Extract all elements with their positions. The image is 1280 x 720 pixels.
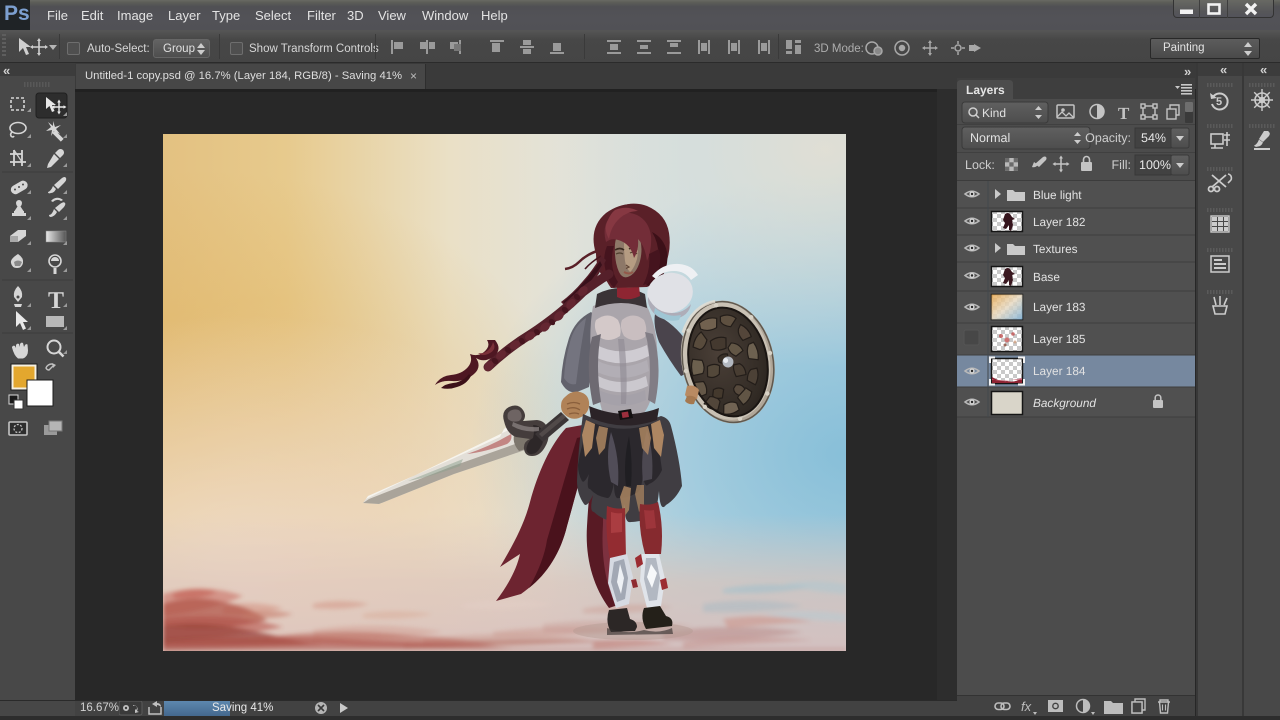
svg-text:«: «	[1220, 63, 1227, 77]
svg-text:Textures: Textures	[1033, 242, 1078, 256]
svg-text:Layer 184: Layer 184	[1033, 364, 1086, 378]
svg-text:100%: 100%	[1139, 158, 1171, 172]
svg-text:«: «	[1260, 63, 1267, 77]
svg-text:54%: 54%	[1141, 131, 1166, 145]
svg-text:T: T	[48, 288, 64, 314]
svg-text:Layer 182: Layer 182	[1033, 215, 1085, 229]
svg-text:T: T	[1118, 104, 1130, 123]
svg-text:Normal: Normal	[970, 131, 1010, 145]
svg-text:5: 5	[1216, 96, 1222, 108]
svg-text:Opacity:: Opacity:	[1085, 131, 1131, 145]
svg-text:Layer 185: Layer 185	[1033, 332, 1086, 346]
svg-text:Layers: Layers	[966, 83, 1005, 97]
svg-text:Blue light: Blue light	[1033, 188, 1082, 202]
svg-text:Background: Background	[1033, 396, 1096, 410]
svg-text:Base: Base	[1033, 270, 1060, 284]
svg-text:Lock:: Lock:	[965, 158, 995, 172]
svg-text:Layer 183: Layer 183	[1033, 300, 1086, 314]
svg-text:Kind: Kind	[982, 106, 1006, 120]
svg-text:fx: fx	[1021, 699, 1032, 714]
svg-text:Fill:: Fill:	[1112, 158, 1131, 172]
